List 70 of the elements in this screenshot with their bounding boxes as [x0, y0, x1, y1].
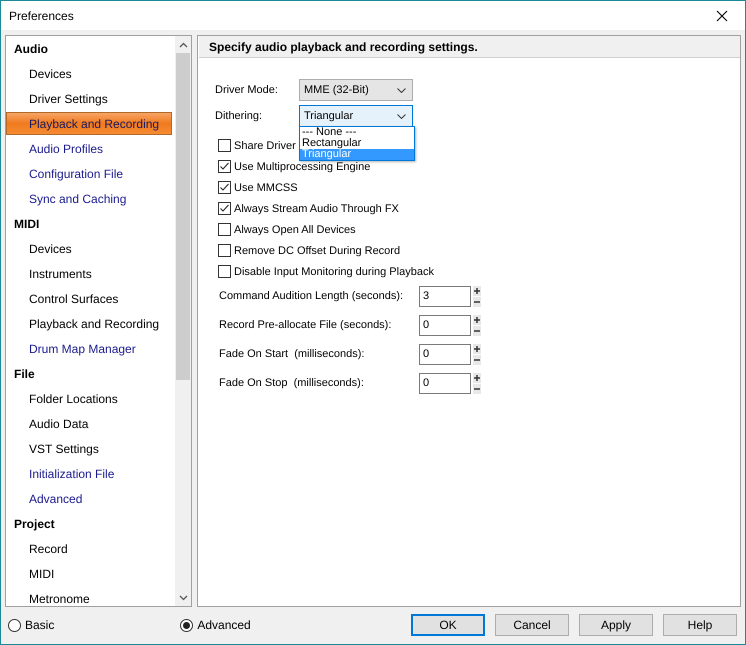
- scrollbar[interactable]: [175, 36, 191, 606]
- checkbox-label: Always Open All Devices: [234, 224, 356, 236]
- checkbox[interactable]: [218, 265, 231, 278]
- chevron-down-icon[interactable]: [397, 88, 406, 92]
- number-field[interactable]: 0: [419, 373, 471, 394]
- number-field[interactable]: 0: [419, 344, 471, 365]
- sidebar-item[interactable]: Drum Map Manager: [6, 336, 172, 361]
- field-label: Fade On Start (milliseconds):: [219, 347, 366, 362]
- checkbox-label: Use MMCSS: [234, 182, 298, 194]
- checkbox[interactable]: [218, 181, 231, 194]
- spinner-icon[interactable]: [473, 286, 481, 307]
- sidebar-item[interactable]: Playback and Recording: [6, 311, 172, 336]
- spinner-icon[interactable]: [473, 344, 481, 365]
- dialog-button[interactable]: Apply: [579, 614, 653, 636]
- number-field[interactable]: 3: [419, 286, 471, 307]
- sidebar-category: File: [13, 366, 36, 382]
- sidebar-item[interactable]: Devices: [6, 61, 172, 86]
- sidebar-item[interactable]: Metronome: [6, 586, 172, 606]
- sidebar-item[interactable]: Folder Locations: [6, 386, 172, 411]
- field-label: Fade On Stop (milliseconds):: [219, 376, 365, 391]
- checkbox-label: Remove DC Offset During Record: [234, 244, 400, 256]
- sidebar-item[interactable]: Sync and Caching: [6, 186, 172, 211]
- panel-heading: Specify audio playback and recording settings.: [199, 36, 740, 58]
- scrollbar-thumb[interactable]: [176, 53, 190, 380]
- checkbox-label: Use Multiprocessing Engine: [234, 160, 370, 172]
- sidebar-item[interactable]: Configuration File: [6, 161, 172, 186]
- dropdown[interactable]: MME (32-Bit): [299, 79, 413, 101]
- sidebar-item[interactable]: Control Surfaces: [6, 286, 172, 311]
- sidebar-category: Audio: [13, 40, 49, 58]
- sidebar-category: Project: [13, 516, 56, 532]
- checkbox[interactable]: [218, 160, 231, 173]
- sidebar-item[interactable]: VST Settings: [6, 436, 172, 461]
- sidebar-item[interactable]: Audio Data: [6, 411, 172, 436]
- chevron-down-icon[interactable]: [397, 114, 406, 118]
- sidebar-item[interactable]: Driver Settings: [6, 86, 172, 111]
- spinner-icon[interactable]: [473, 315, 481, 336]
- sidebar-item[interactable]: Playback and Recording: [6, 112, 172, 135]
- field-label: Driver Mode:: [215, 84, 279, 96]
- sidebar-item[interactable]: Initialization File: [6, 461, 172, 486]
- radio-option[interactable]: Advanced: [180, 618, 251, 632]
- checkbox[interactable]: [218, 223, 231, 236]
- sidebar-item[interactable]: Audio Profiles: [6, 136, 172, 161]
- sidebar-item[interactable]: Instruments: [6, 261, 172, 286]
- field-label: Command Audition Length (seconds):: [219, 289, 404, 304]
- dialog-button[interactable]: Cancel: [495, 614, 569, 636]
- number-field[interactable]: 0: [419, 315, 471, 336]
- dropdown-option[interactable]: --- None ---: [300, 127, 414, 138]
- radio-option[interactable]: Basic: [8, 618, 54, 632]
- radio-icon[interactable]: [180, 618, 194, 632]
- dialog-button[interactable]: Help: [663, 614, 737, 636]
- scroll-up-icon[interactable]: [178, 42, 188, 48]
- scroll-down-icon[interactable]: [178, 594, 188, 600]
- sidebar-item[interactable]: MIDI: [6, 561, 172, 586]
- checkbox[interactable]: [218, 139, 231, 152]
- sidebar-category: MIDI: [13, 216, 40, 232]
- field-label: Record Pre-allocate File (seconds):: [219, 318, 392, 333]
- spinner-icon[interactable]: [473, 373, 481, 394]
- dropdown-option[interactable]: Rectangular: [300, 138, 414, 149]
- radio-icon[interactable]: [8, 618, 21, 632]
- field-label: Dithering:: [215, 110, 264, 122]
- sidebar-item[interactable]: Record: [6, 536, 172, 561]
- checkbox-label: Disable Input Monitoring during Playback: [234, 266, 434, 278]
- sidebar-item[interactable]: Devices: [6, 236, 172, 261]
- checkbox-label: Share Driver: [234, 140, 296, 152]
- window-title: Preferences: [9, 8, 74, 22]
- sidebar-item[interactable]: Advanced: [6, 486, 172, 511]
- dialog-button[interactable]: OK: [411, 614, 485, 636]
- checkbox-label: Always Stream Audio Through FX: [234, 202, 399, 214]
- checkbox[interactable]: [218, 244, 231, 257]
- checkbox[interactable]: [218, 202, 231, 215]
